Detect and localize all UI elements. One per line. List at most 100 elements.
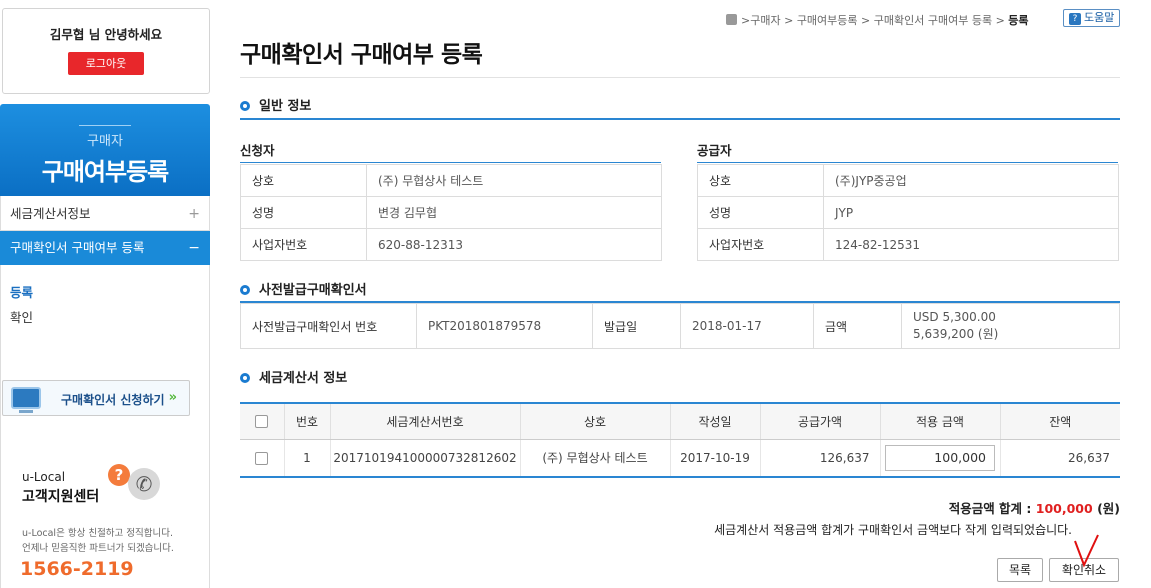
- row-applied-cell: [879, 439, 1000, 478]
- row-label: 성명: [240, 196, 367, 229]
- total-unit: (원): [1097, 501, 1120, 516]
- apply-confirmation-banner[interactable]: 구매확인서 신청하기 »: [2, 380, 190, 416]
- greeting-box: 김무협 님 안녕하세요 로그아웃: [2, 8, 210, 94]
- sidebar-item-label: 구매확인서 구매여부 등록: [10, 240, 145, 255]
- amount-label: 금액: [813, 303, 902, 349]
- col-header: 세금계산서번호: [329, 402, 520, 440]
- applicant-title: 신청자: [240, 143, 275, 158]
- section-title: 사전발급구매확인서: [259, 283, 367, 298]
- row-company: (주) 무협상사 테스트: [519, 439, 670, 478]
- support-description: u-Local은 항상 친절하고 정직합니다. 언제나 믿음직한 파트너가 되겠…: [22, 526, 174, 556]
- applicant-divider: [240, 162, 661, 163]
- support-title: 고객지원센터: [22, 489, 100, 505]
- section-title: 일반 정보: [259, 99, 312, 114]
- row-label: 성명: [697, 196, 824, 229]
- sidebar-item-label: 세금계산서정보: [10, 206, 91, 221]
- phone-icon: ✆: [128, 468, 160, 500]
- list-button[interactable]: 목록: [997, 558, 1043, 582]
- banner-title: 구매여부등록: [41, 158, 169, 186]
- select-all-checkbox[interactable]: [255, 415, 269, 429]
- section-general: 일반 정보: [240, 95, 311, 114]
- row-value: 620-88-12313: [366, 228, 662, 261]
- supplier-table: 상호 (주)JYP중공업 성명 JYP 사업자번호 124-82-12531: [697, 164, 1119, 261]
- table-header-row: 번호 세금계산서번호 상호 작성일 공급가액 적용 금액 잔액: [240, 402, 1120, 440]
- submenu-confirm[interactable]: 확인: [10, 307, 33, 326]
- amount-value: USD 5,300.00 5,639,200 (원): [901, 303, 1120, 349]
- total-label: 적용금액 합계 :: [948, 501, 1032, 516]
- banner-divider: [79, 125, 131, 126]
- support-brand: u-Local: [22, 470, 66, 484]
- row-balance: 26,637: [999, 439, 1120, 478]
- row-value: (주) 무협상사 테스트: [366, 164, 662, 197]
- col-header: 상호: [519, 402, 670, 440]
- submenu-register[interactable]: 등록: [10, 282, 33, 301]
- row-label: 사업자번호: [697, 228, 824, 261]
- row-checkbox[interactable]: [255, 451, 269, 465]
- expand-icon: +: [188, 206, 200, 222]
- total-amount: 100,000: [1035, 501, 1093, 516]
- col-header: 잔액: [999, 402, 1120, 440]
- row-value: JYP: [823, 196, 1119, 229]
- col-header: 작성일: [669, 402, 760, 440]
- monitor-icon: [11, 387, 41, 413]
- section-divider: [240, 118, 1120, 120]
- support-center: u-Local 고객지원센터: [22, 470, 99, 506]
- help-icon: ?: [1069, 13, 1081, 25]
- row-date: 2017-10-19: [669, 439, 760, 478]
- supplier-divider: [697, 162, 1118, 163]
- bullet-icon: [240, 373, 250, 383]
- supplier-title: 공급자: [697, 143, 732, 158]
- row-label: 사업자번호: [240, 228, 367, 261]
- notice-message: 세금계산서 적용금액 합계가 구매확인서 금액보다 작게 입력되었습니다.: [714, 523, 1072, 537]
- table-row: 사전발급구매확인서 번호 PKT201801879578 발급일 2018-01…: [240, 303, 1120, 349]
- breadcrumb-item[interactable]: 구매여부등록: [797, 14, 858, 27]
- row-label: 상호: [697, 164, 824, 197]
- banner-subtitle: 구매자: [87, 134, 123, 149]
- support-phone: 1566-2119: [20, 558, 134, 580]
- issue-date-value: 2018-01-17: [680, 303, 814, 349]
- row-value: 124-82-12531: [823, 228, 1119, 261]
- title-divider: [240, 77, 1120, 78]
- support-desc-line1: u-Local은 항상 친절하고 정직합니다.: [22, 528, 174, 539]
- support-desc-line2: 언제나 믿음직한 파트너가 되겠습니다.: [22, 543, 174, 554]
- table-row: 상호 (주)JYP중공업: [697, 164, 1119, 197]
- applicant-table: 상호 (주) 무협상사 테스트 성명 변경 김무협 사업자번호 620-88-1231…: [240, 164, 662, 261]
- breadcrumb-current: 등록: [1008, 14, 1029, 27]
- row-supply-amount: 126,637: [759, 439, 880, 478]
- logout-button[interactable]: 로그아웃: [68, 52, 144, 75]
- total-line: 적용금액 합계 : 100,000 (원): [949, 498, 1120, 517]
- arrow-right-icon: »: [168, 390, 177, 405]
- home-icon[interactable]: [726, 14, 737, 25]
- prior-no-label: 사전발급구매확인서 번호: [240, 303, 417, 349]
- bullet-icon: [240, 285, 250, 295]
- apply-banner-label: 구매확인서 신청하기: [61, 393, 165, 407]
- row-label: 상호: [240, 164, 367, 197]
- issue-date-label: 발급일: [592, 303, 681, 349]
- select-all-cell: [240, 402, 284, 440]
- amount-krw: 5,639,200 (원): [913, 327, 999, 341]
- checkmark-annotation-icon: [1074, 534, 1099, 568]
- row-no: 1: [283, 439, 330, 478]
- amount-usd: USD 5,300.00: [913, 310, 996, 324]
- breadcrumb: >구매자 > 구매여부등록 > 구매확인서 구매여부 등록 > 등록: [726, 12, 1029, 28]
- row-checkbox-cell: [240, 439, 284, 478]
- greeting-text: 김무협 님 안녕하세요: [49, 27, 163, 42]
- breadcrumb-item[interactable]: 구매자: [750, 14, 780, 27]
- section-title: 세금계산서 정보: [259, 371, 348, 386]
- section-banner: 구매자 구매여부등록: [0, 104, 210, 196]
- col-header: 번호: [283, 402, 330, 440]
- support-icon: ? ✆: [108, 462, 160, 502]
- applied-amount-input[interactable]: [885, 444, 995, 471]
- table-row: 사업자번호 124-82-12531: [697, 228, 1119, 261]
- sidebar-item-purchase-registration[interactable]: 구매확인서 구매여부 등록 −: [0, 231, 210, 265]
- collapse-icon: −: [188, 240, 200, 256]
- bullet-icon: [240, 101, 250, 111]
- row-value: 변경 김무협: [366, 196, 662, 229]
- question-icon: ?: [108, 464, 130, 486]
- row-invoice-no: 20171019410000073281260​2: [329, 439, 520, 478]
- section-prior-issued: 사전발급구매확인서: [240, 279, 367, 298]
- breadcrumb-item[interactable]: 구매확인서 구매여부 등록: [874, 14, 992, 27]
- sidebar-item-tax-invoice[interactable]: 세금계산서정보 +: [0, 197, 210, 231]
- help-button[interactable]: ? 도움말: [1063, 9, 1121, 27]
- sidebar: 김무협 님 안녕하세요 로그아웃 구매자 구매여부등록 세금계산서정보 + 구매…: [0, 0, 212, 588]
